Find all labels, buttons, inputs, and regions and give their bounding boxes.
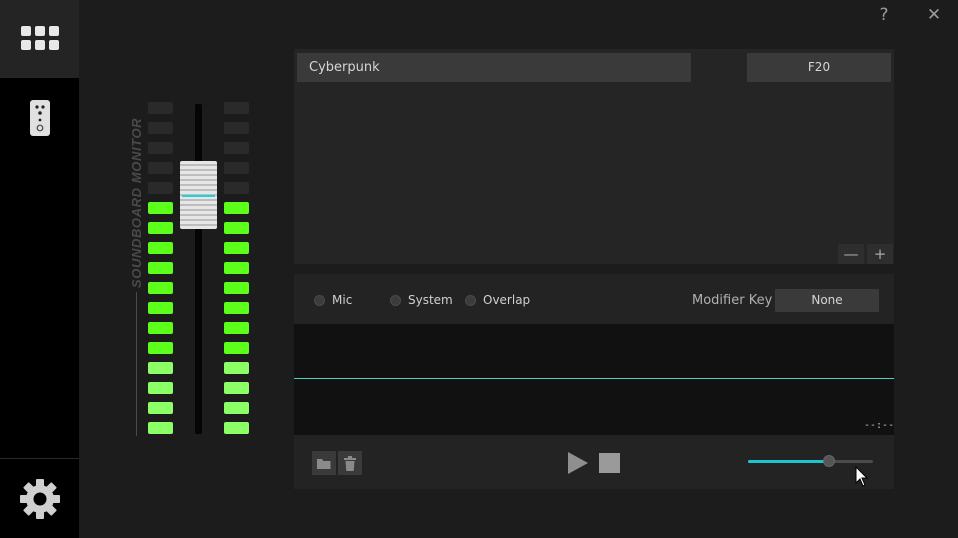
trash-icon (344, 455, 356, 471)
waveform-display (294, 324, 894, 435)
meter-segment (224, 342, 249, 354)
meter-segment (148, 142, 173, 154)
volume-slider[interactable] (748, 460, 873, 463)
fader-indicator (182, 195, 215, 197)
meter-segment (224, 202, 249, 214)
nav-grid-button[interactable] (0, 0, 79, 78)
meter-segment (148, 322, 173, 334)
meter-segment (148, 182, 173, 194)
mouse-cursor-icon (855, 466, 869, 487)
meter-segment (148, 202, 173, 214)
radio-system-dot[interactable] (390, 294, 401, 306)
sound-hotkey-cell[interactable]: F20 (747, 53, 891, 82)
delete-button[interactable] (338, 451, 362, 475)
meter-segment (224, 362, 249, 374)
radio-mic-label: Mic (332, 293, 353, 307)
meter-segment (148, 422, 173, 434)
folder-icon (317, 458, 331, 469)
help-button[interactable]: ? (873, 4, 895, 26)
play-button[interactable] (566, 450, 590, 476)
meter-segment (224, 382, 249, 394)
sound-name-cell[interactable]: Cyberpunk (297, 53, 691, 82)
play-icon (568, 452, 588, 474)
level-meter-left (148, 102, 173, 442)
nav-sidebar (0, 0, 79, 538)
meter-segment (224, 302, 249, 314)
radio-overlap-label: Overlap (483, 293, 531, 307)
modifier-key-label: Modifier Key (692, 293, 773, 308)
meter-segment (148, 242, 173, 254)
remove-sound-button[interactable]: — (838, 244, 864, 264)
meter-segment (224, 222, 249, 234)
meter-segment (148, 262, 173, 274)
grid-icon (20, 26, 59, 50)
radio-overlap[interactable]: Overlap (465, 293, 530, 307)
fader-track[interactable] (195, 104, 202, 434)
radio-mic-dot[interactable] (314, 294, 325, 306)
meter-segment (224, 182, 249, 194)
meter-segment (148, 222, 173, 234)
meter-segment (148, 102, 173, 114)
open-file-button[interactable] (312, 451, 336, 475)
meter-segment (148, 282, 173, 294)
volume-fill (748, 460, 830, 463)
meter-segment (148, 342, 173, 354)
meter-segment (224, 122, 249, 134)
meter-segment (148, 402, 173, 414)
meter-segment (224, 162, 249, 174)
radio-mic[interactable]: Mic (314, 293, 352, 307)
monitor-label-text: SOUNDBOARD MONITOR (129, 118, 144, 288)
radio-overlap-dot[interactable] (465, 294, 476, 306)
remote-icon (29, 100, 50, 136)
add-sound-button[interactable]: + (867, 244, 893, 264)
meter-segment (148, 302, 173, 314)
gear-icon (19, 478, 60, 519)
radio-system-label: System (408, 293, 453, 307)
level-meter-right (224, 102, 249, 442)
radio-system[interactable]: System (390, 293, 453, 307)
meter-segment (224, 262, 249, 274)
meter-segment (148, 382, 173, 394)
stop-button[interactable] (599, 453, 620, 473)
meter-segment (224, 282, 249, 294)
meter-segment (224, 102, 249, 114)
meter-segment (148, 122, 173, 134)
meter-segment (224, 402, 249, 414)
time-display: --:-- (864, 420, 895, 431)
modifier-key-select[interactable]: None (775, 289, 879, 312)
meter-segment (224, 142, 249, 154)
waveform-line (294, 378, 894, 379)
meter-segment (224, 242, 249, 254)
meter-segment (148, 162, 173, 174)
monitor-label: SOUNDBOARD MONITOR (129, 118, 144, 288)
meter-segment (148, 362, 173, 374)
nav-remote-button[interactable] (0, 78, 79, 158)
monitor-divider (136, 292, 137, 436)
close-button[interactable]: ✕ (923, 4, 945, 26)
meter-segment (224, 422, 249, 434)
nav-settings-button[interactable] (0, 458, 79, 538)
meter-segment (224, 322, 249, 334)
